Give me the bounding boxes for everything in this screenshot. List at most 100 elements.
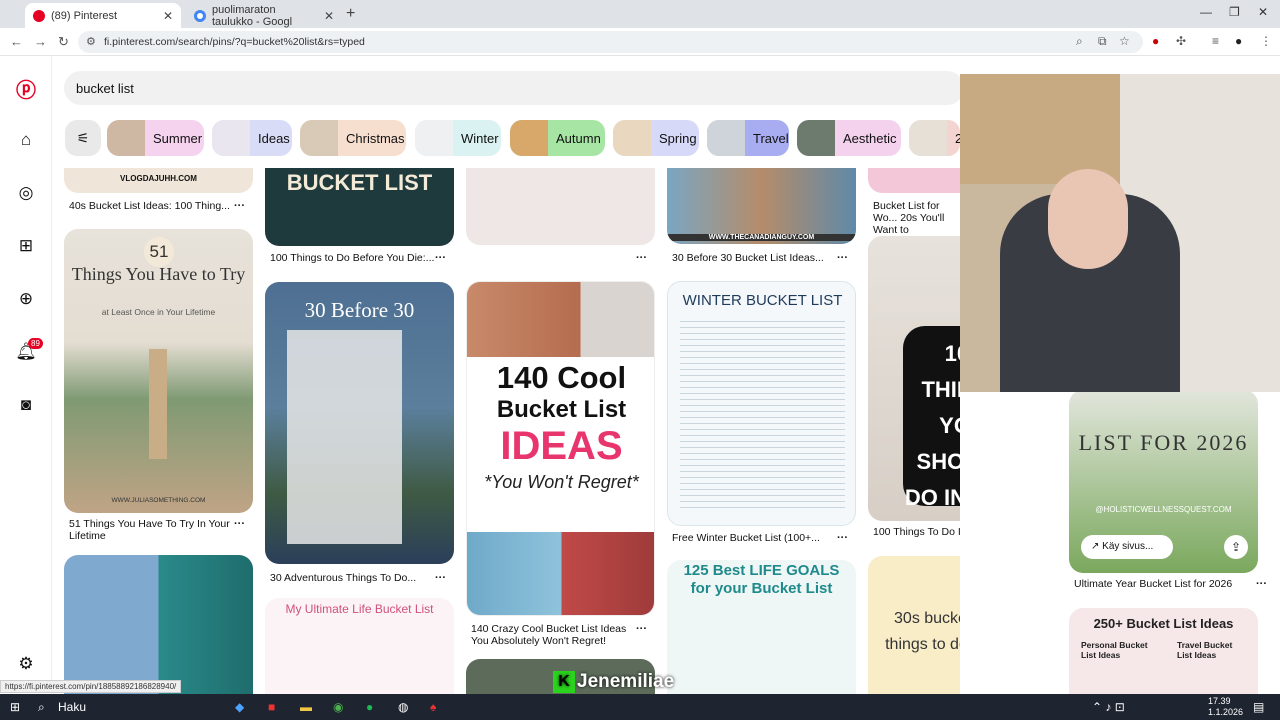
pin-title[interactable]: Bucket List for Wo... 20s You'll Want to [873,200,960,236]
pin-image[interactable]: 30 Before 30 [265,282,454,564]
chip-2026[interactable]: 20 [909,120,960,156]
chip-aesthetic[interactable]: Aesthetic [797,120,901,156]
profile-avatar-icon[interactable]: ● [1235,34,1242,48]
back-icon[interactable]: ← [10,34,23,49]
minimize-icon[interactable]: — [1200,5,1212,19]
bookmark-star-icon[interactable]: ☆ [1119,34,1130,48]
boards-icon[interactable]: ⊞ [14,234,38,258]
more-options-icon[interactable]: ··· [837,252,848,264]
pin-title[interactable]: 100 Things to Do Before You Die:... [270,252,435,264]
more-options-icon[interactable]: ··· [636,252,647,264]
windows-start-icon[interactable]: ⊞ [10,700,20,714]
more-options-icon[interactable]: ··· [234,518,245,530]
visit-site-button[interactable]: ↗ Käy sivus... [1081,535,1173,559]
close-tab-icon[interactable]: ✕ [324,9,334,23]
forward-icon[interactable]: → [34,34,47,49]
pin-subtitle: Personal Bucket List Ideas [1081,640,1148,660]
chrome-icon[interactable]: ◉ [333,700,343,714]
filter-sliders-icon: ⚟ [76,129,90,146]
zoom-icon[interactable]: ⌕ [1076,34,1083,49]
tray-icons[interactable]: ⌃ ♪ ⊡ [1092,700,1125,714]
more-options-icon[interactable]: ··· [435,572,446,584]
pin-headline: Bucket List [496,396,627,423]
tab-pinterest[interactable]: (89) Pinterest ✕ [25,3,181,28]
pin-title[interactable]: 51 Things You Have To Try In Your Lifeti… [69,518,234,542]
media-icon[interactable]: ≡ [1212,34,1219,48]
chip-winter[interactable]: Winter [415,120,501,156]
restore-icon[interactable]: ❐ [1229,5,1240,19]
home-icon[interactable]: ⌂ [14,128,38,152]
pin-image[interactable]: 250+ Bucket List Ideas Personal Bucket L… [1069,608,1258,694]
pin-title[interactable]: 30 Adventurous Things To Do... [270,572,435,584]
kick-logo-icon: K [553,671,575,693]
settings-gear-icon[interactable]: ⚙ [14,652,38,676]
spotify-icon[interactable]: ● [366,700,373,714]
share-icon[interactable]: ⇪ [1224,535,1248,559]
pin-image[interactable]: 100 THINGS YOU SHOULD DO IN 2026 [868,236,960,521]
pin-image[interactable]: WWW.THECANADIANGUY.COM [667,168,856,244]
pin-headline: WINTER BUCKET LIST [682,292,843,309]
app-icon[interactable]: ◆ [235,700,244,714]
pinterest-logo-icon[interactable]: ⓟ [14,76,38,102]
install-icon[interactable]: ⧉ [1098,34,1107,49]
pin-image[interactable]: VLOGDAJUHH.COM [64,168,253,193]
reload-icon[interactable]: ↻ [58,34,69,50]
site-info-icon[interactable]: ⚙ [86,35,96,48]
pin-title[interactable]: 100 Things To Do In 2026... [873,526,960,538]
chip-summer[interactable]: Summer [107,120,204,156]
filter-button[interactable]: ⚟ [65,120,101,156]
pinterest-favicon-icon [33,9,45,22]
chip-ideas[interactable]: Ideas [212,120,292,156]
close-tab-icon[interactable]: ✕ [163,9,173,23]
pin-title[interactable]: 30 Before 30 Bucket List Ideas... [672,252,837,264]
close-window-icon[interactable]: ✕ [1258,5,1268,19]
explore-icon[interactable]: ◎ [14,181,38,205]
file-explorer-icon[interactable]: ▬ [300,700,312,714]
pin-headline: Things You Have to Try [71,264,246,284]
menu-dots-icon[interactable]: ⋮ [1260,34,1272,48]
notification-center-icon[interactable]: ▤ [1253,700,1264,714]
pin-image[interactable]: WINTER BUCKET LIST [667,281,856,526]
chip-travel[interactable]: Travel [707,120,789,156]
pin-image[interactable]: 51 Things You Have to Try at Least Once … [64,229,253,513]
pin-image[interactable]: BUCKET LIST [265,168,454,246]
taskbar-search-label[interactable]: Haku [58,700,86,714]
new-tab-icon[interactable]: + [346,5,355,23]
chip-christmas[interactable]: Christmas [300,120,406,156]
more-options-icon[interactable]: ··· [435,252,446,264]
search-icon[interactable]: ⌕ [38,700,45,715]
windows-taskbar: ⊞ ⌕ Haku ◆ ■ ▬ ◉ ● ◍ ♠ ⌃ ♪ ⊡ 17.39 1.1.2… [0,694,1280,720]
chip-spring[interactable]: Spring [613,120,699,156]
app-icon[interactable]: ♠ [430,700,436,714]
pin-title[interactable]: Free Winter Bucket List (100+... [672,532,837,544]
create-icon[interactable]: ⊕ [14,287,38,311]
more-options-icon[interactable]: ··· [1256,578,1267,590]
extensions-puzzle-icon[interactable]: ✣ [1176,34,1186,48]
pin-subtitle: at Least Once in Your Lifetime [101,307,216,317]
pin-title[interactable]: 140 Crazy Cool Bucket List Ideas You Abs… [471,623,636,647]
pin-title[interactable]: 40s Bucket List Ideas: 100 Thing... [69,200,234,212]
extension-icon[interactable]: ● [1152,34,1159,48]
link-icon: ↗ [1091,541,1103,552]
messages-icon[interactable]: ◙ [14,393,38,417]
url-bar[interactable]: ⚙ fi.pinterest.com/search/pins/?q=bucket… [78,31,1143,53]
app-icon[interactable]: ◍ [398,700,408,714]
pin-title[interactable]: Ultimate Year Bucket List for 2026 [1074,578,1249,590]
more-options-icon[interactable]: ··· [636,623,647,635]
app-icon[interactable]: ■ [268,700,275,714]
pin-image[interactable]: 140 Cool Bucket List IDEAS *You Won't Re… [466,281,655,616]
pin-image[interactable] [868,168,960,193]
pin-headline: 100 THINGS YOU SHOULD DO IN 2026 [903,326,960,510]
pin-image[interactable] [64,555,253,694]
tab-google-sheets[interactable]: puolimaraton taulukko - Googl ✕ [186,3,342,28]
pin-image[interactable]: My Ultimate Life Bucket List [265,598,454,694]
search-input[interactable]: bucket list [64,71,964,105]
chip-autumn[interactable]: Autumn [510,120,605,156]
checklist-lines [680,316,845,512]
pin-image[interactable]: LIST FOR 2026 @HOLISTICWELLNESSQUEST.COM… [1069,390,1258,573]
more-options-icon[interactable]: ··· [234,200,245,212]
more-options-icon[interactable]: ··· [837,532,848,544]
pin-image[interactable]: 125 Best LIFE GOALS for your Bucket List [667,560,856,694]
pin-image[interactable] [466,168,655,245]
pin-image[interactable]: 30s bucket list: 100 things to do before… [868,556,960,694]
